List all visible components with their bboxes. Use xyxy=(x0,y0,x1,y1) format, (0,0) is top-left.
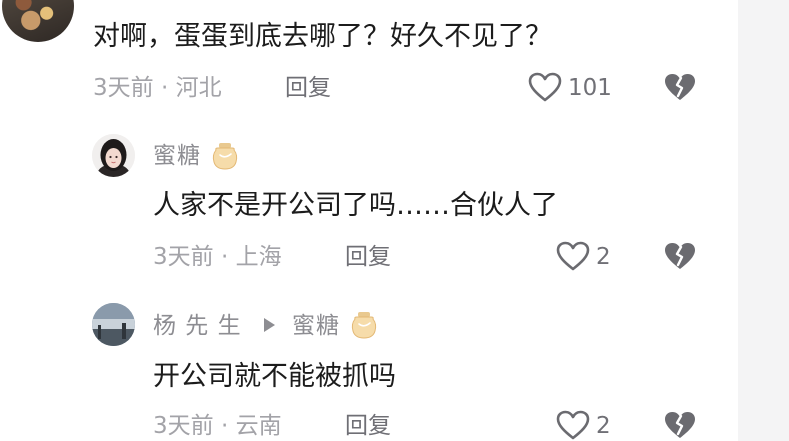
like-count: 2 xyxy=(596,244,611,270)
comment-text: 对啊，蛋蛋到底去哪了？好久不见了？ xyxy=(93,21,552,52)
dislike-icon[interactable] xyxy=(663,410,697,440)
comment-time-location: 3天前 · 上海 xyxy=(153,244,282,270)
reply-button[interactable]: 回复 xyxy=(345,242,391,272)
reply-button[interactable]: 回复 xyxy=(285,73,331,103)
avatar[interactable] xyxy=(2,0,74,42)
reply-to-author[interactable]: 蜜糖 xyxy=(292,311,340,341)
avatar[interactable] xyxy=(92,134,135,177)
comment-time-location: 3天前 · 河北 xyxy=(93,75,222,101)
right-edge-panel xyxy=(738,0,789,441)
dislike-icon[interactable] xyxy=(663,72,697,102)
avatar-landscape-icon xyxy=(92,303,135,346)
comment-time-location: 3天前 · 云南 xyxy=(153,413,282,439)
comment-author[interactable]: 杨 先 生 xyxy=(153,311,242,341)
avatar-portrait-icon xyxy=(92,134,135,177)
like-icon[interactable] xyxy=(556,241,590,271)
comment-author[interactable]: 蜜糖 xyxy=(153,141,201,171)
honey-jar-badge-icon xyxy=(351,312,377,339)
comment-text: 人家不是开公司了吗……合伙人了 xyxy=(153,190,558,221)
dislike-icon[interactable] xyxy=(663,241,697,271)
play-triangle-icon xyxy=(264,318,275,332)
like-count: 101 xyxy=(568,75,612,101)
like-icon[interactable] xyxy=(528,72,562,102)
comment-text: 开公司就不能被抓吗 xyxy=(153,361,396,392)
avatar[interactable] xyxy=(92,303,135,346)
reply-button[interactable]: 回复 xyxy=(345,411,391,441)
honey-jar-badge-icon xyxy=(212,143,238,170)
like-count: 2 xyxy=(596,413,611,439)
like-icon[interactable] xyxy=(556,410,590,440)
